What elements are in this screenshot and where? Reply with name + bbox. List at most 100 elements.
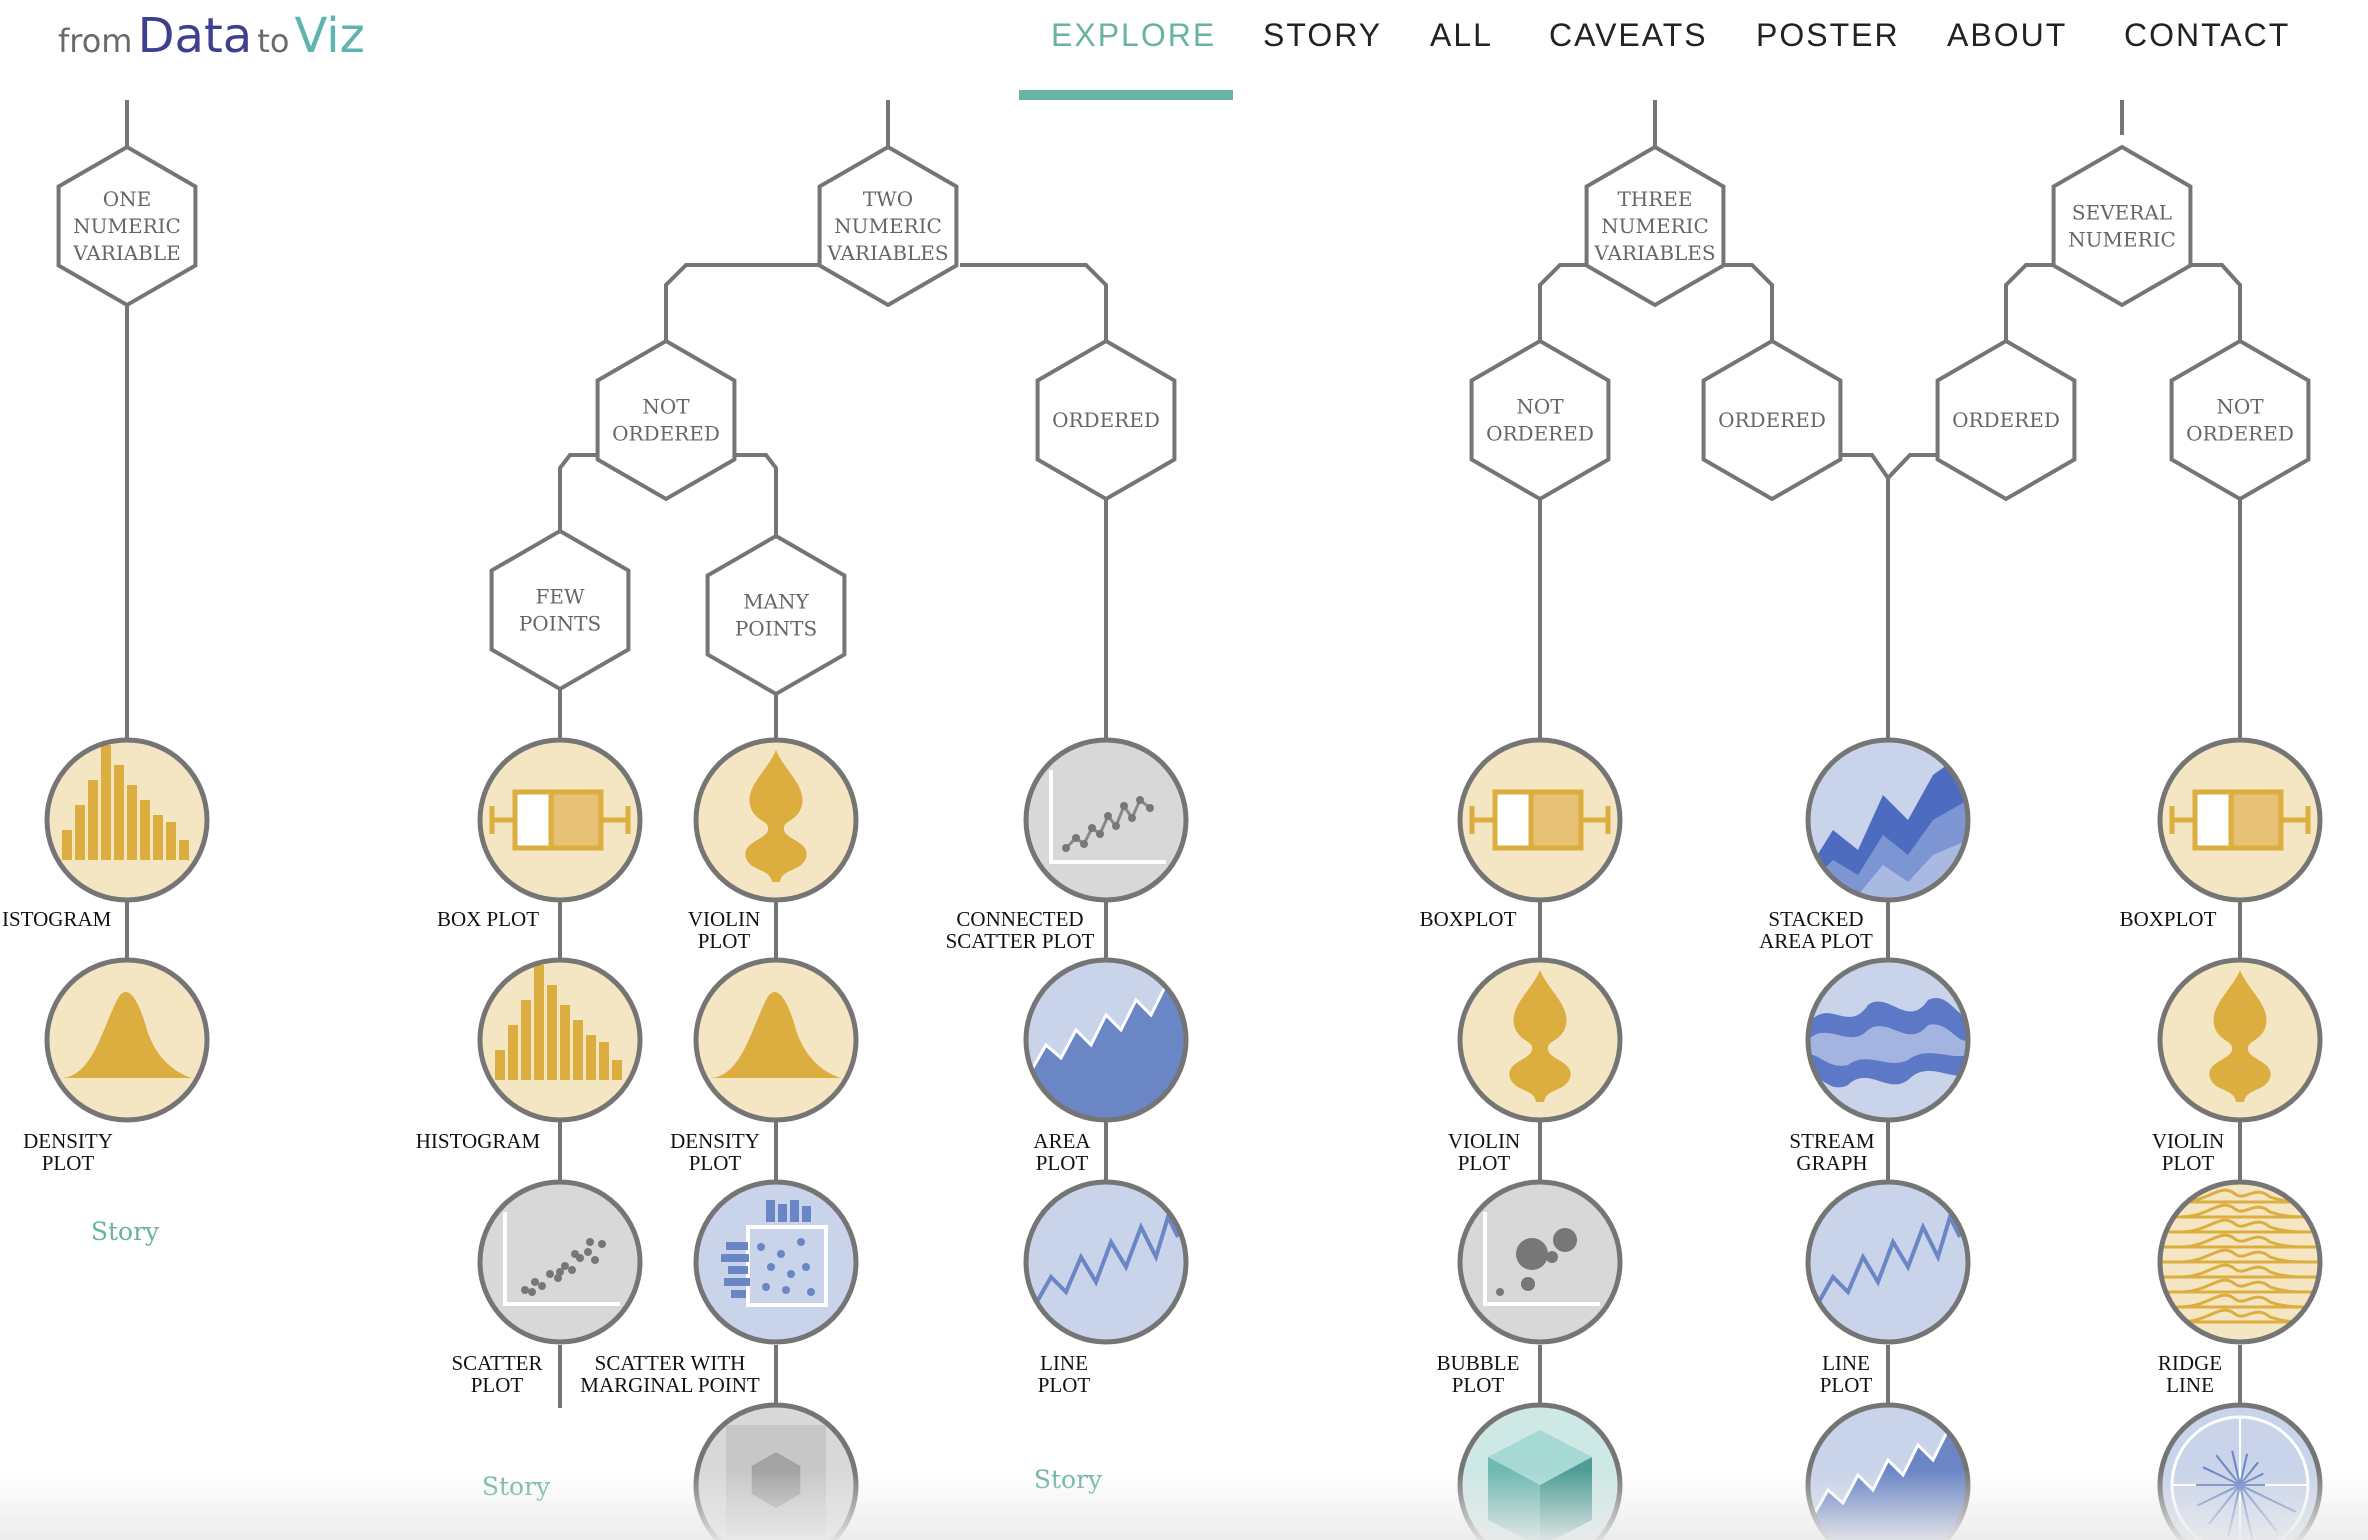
logo-from: from bbox=[58, 22, 133, 60]
node-label: POINTS bbox=[519, 612, 601, 636]
histogram-bar bbox=[508, 1025, 518, 1080]
chart-label: STACKED bbox=[1768, 907, 1863, 931]
scatter-point bbox=[521, 1286, 529, 1294]
node-few-points[interactable]: FEW POINTS bbox=[489, 528, 631, 692]
chart-label: BUBBLE bbox=[1437, 1351, 1520, 1375]
chart-few-histogram[interactable]: HISTOGRAM bbox=[416, 957, 643, 1153]
nav-story[interactable]: STORY bbox=[1263, 14, 1382, 56]
scatter-point bbox=[1120, 802, 1128, 810]
nav-caveats[interactable]: CAVEATS bbox=[1549, 14, 1708, 56]
connector-line bbox=[2004, 263, 2052, 345]
node-two-not-ordered[interactable]: NOT ORDERED bbox=[595, 338, 737, 502]
scatter-point bbox=[598, 1240, 606, 1248]
chart-sev-radar[interactable] bbox=[2157, 1402, 2323, 1540]
box-lower bbox=[2192, 789, 2234, 851]
chart-mid-stream[interactable]: STREAMGRAPH bbox=[1789, 957, 1971, 1175]
hexagon-shape bbox=[1469, 338, 1611, 502]
nav-about[interactable]: ABOUT bbox=[1947, 14, 2067, 56]
chart-many-violin[interactable]: VIOLINPLOT bbox=[688, 737, 859, 953]
node-three-not-ordered[interactable]: NOT ORDERED bbox=[1469, 338, 1611, 502]
active-nav-indicator bbox=[1019, 90, 1233, 100]
node-three-numeric[interactable]: THREE NUMERIC VARIABLES bbox=[1584, 144, 1726, 308]
node-two-ordered[interactable]: ORDERED bbox=[1035, 338, 1177, 502]
marginal-bar bbox=[766, 1200, 775, 1222]
marginal-bar bbox=[790, 1200, 799, 1222]
nav-explore[interactable]: EXPLORE bbox=[1051, 14, 1216, 56]
chart-ord-line[interactable]: LINEPLOT bbox=[1023, 1179, 1189, 1397]
chart-label: PLOT bbox=[689, 1151, 742, 1175]
node-label: ORDERED bbox=[1486, 422, 1594, 446]
chart-sev-boxplot[interactable]: BOXPLOT bbox=[2120, 737, 2323, 931]
node-label: ORDERED bbox=[1952, 408, 2060, 432]
scatter-point bbox=[757, 1243, 765, 1251]
scatter-point bbox=[531, 1278, 539, 1286]
marginal-bar bbox=[778, 1204, 787, 1222]
chart-label: LINE bbox=[2166, 1373, 2214, 1397]
chart-three-violin[interactable]: VIOLINPLOT bbox=[1448, 957, 1623, 1175]
chart-few-boxplot[interactable]: BOX PLOT bbox=[437, 737, 643, 931]
node-many-points[interactable]: MANY POINTS bbox=[705, 533, 847, 697]
scatter-point bbox=[1136, 796, 1144, 804]
logo-viz: Viz bbox=[294, 8, 365, 64]
chart-label: PLOT bbox=[1452, 1373, 1505, 1397]
nav-poster[interactable]: POSTER bbox=[1756, 14, 1900, 56]
chart-label: BOXPLOT bbox=[1420, 907, 1517, 931]
chart-label: AREA PLOT bbox=[1759, 929, 1873, 953]
chart-label: MARGINAL POINT bbox=[580, 1373, 760, 1397]
histogram-bar bbox=[88, 780, 98, 860]
connector-line bbox=[960, 263, 1108, 345]
hexagon-shape bbox=[489, 528, 631, 692]
node-label: FEW bbox=[535, 585, 584, 609]
node-label: VARIABLES bbox=[1593, 241, 1715, 265]
node-one-numeric[interactable]: ONE NUMERIC VARIABLE bbox=[56, 144, 198, 308]
scatter-point bbox=[1072, 834, 1080, 842]
chart-one-density[interactable]: DENSITYPLOT bbox=[23, 957, 210, 1175]
histogram-bar bbox=[495, 1050, 505, 1080]
node-several-not-ordered[interactable]: NOT ORDERED bbox=[2169, 338, 2311, 502]
chart-three-3d[interactable] bbox=[1457, 1402, 1623, 1540]
hexbin-icon bbox=[726, 1425, 826, 1535]
scatter-point bbox=[556, 1268, 564, 1276]
chart-mid-area[interactable] bbox=[1805, 1402, 1971, 1540]
scatter-point bbox=[807, 1288, 815, 1296]
chart-many-hexbin[interactable] bbox=[693, 1402, 859, 1540]
histogram-bar bbox=[573, 1020, 583, 1080]
node-two-numeric[interactable]: TWO NUMERIC VARIABLES bbox=[817, 144, 959, 308]
node-label: NOT bbox=[642, 395, 690, 419]
marginal-bar bbox=[731, 1290, 746, 1298]
node-several-numeric[interactable]: SEVERAL NUMERIC bbox=[2051, 144, 2193, 308]
chart-sev-violin[interactable]: VIOLINPLOT bbox=[2152, 957, 2323, 1175]
node-label: VARIABLES bbox=[826, 241, 948, 265]
nav-all[interactable]: ALL bbox=[1430, 14, 1493, 56]
chart-three-bubble[interactable]: BUBBLEPLOT bbox=[1437, 1179, 1623, 1397]
nav-contact[interactable]: CONTACT bbox=[2124, 14, 2290, 56]
node-three-ordered[interactable]: ORDERED bbox=[1701, 338, 1843, 502]
bubble bbox=[1516, 1238, 1548, 1270]
story-link[interactable]: Story bbox=[482, 1472, 551, 1501]
connector-line bbox=[720, 453, 778, 540]
chart-three-boxplot[interactable]: BOXPLOT bbox=[1420, 737, 1623, 931]
scatter-point bbox=[586, 1238, 594, 1246]
histogram-bar bbox=[560, 1005, 570, 1080]
histogram-bar bbox=[101, 745, 111, 860]
chart-label: PLOT bbox=[1038, 1373, 1091, 1397]
histogram-bar bbox=[153, 815, 163, 860]
story-link[interactable]: Story bbox=[1034, 1465, 1103, 1494]
connector-line bbox=[1840, 453, 1890, 740]
scatter-point bbox=[591, 1256, 599, 1264]
chart-label: PLOT bbox=[698, 929, 751, 953]
story-link[interactable]: Story bbox=[91, 1217, 160, 1246]
chart-mid-stacked[interactable]: STACKEDAREA PLOT bbox=[1759, 737, 1971, 953]
scatter-point bbox=[1104, 812, 1112, 820]
bubble bbox=[1521, 1277, 1535, 1291]
site-logo[interactable]: from Data to Viz bbox=[58, 8, 365, 64]
node-several-ordered[interactable]: ORDERED bbox=[1935, 338, 2077, 502]
chart-label: PLOT bbox=[1036, 1151, 1089, 1175]
chart-one-histogram[interactable]: ISTOGRAM bbox=[2, 737, 210, 931]
chart-ord-connected[interactable]: CONNECTEDSCATTER PLOT bbox=[946, 737, 1189, 953]
chart-many-density[interactable]: DENSITYPLOT bbox=[670, 957, 859, 1175]
histogram-bar bbox=[127, 785, 137, 860]
chart-label: VIOLIN bbox=[2152, 1129, 2224, 1153]
box-lower bbox=[512, 789, 554, 851]
site-header: from Data to Viz EXPLORE STORY ALL CAVEA… bbox=[0, 0, 2368, 100]
